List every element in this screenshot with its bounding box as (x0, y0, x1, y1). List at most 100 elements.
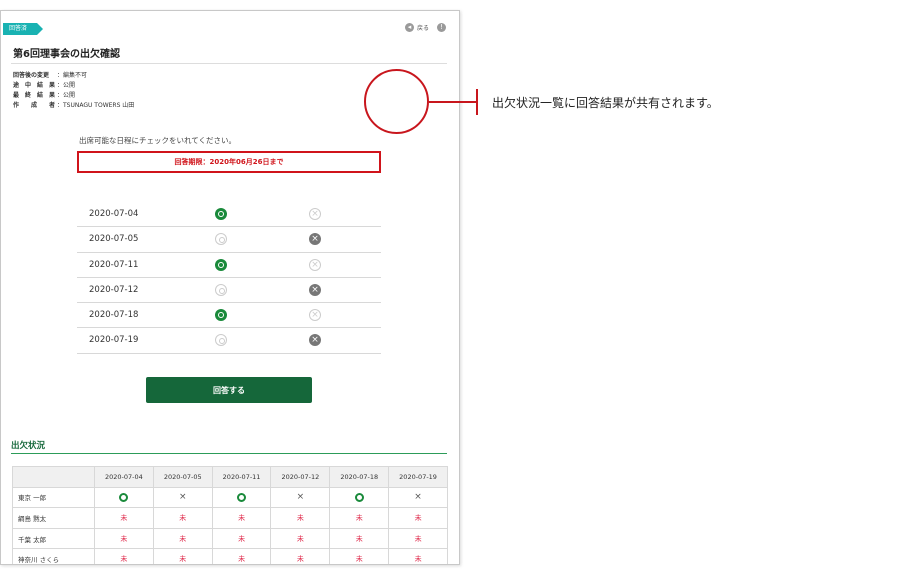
meta-row: 回答後の変更 ：編集不可 (13, 71, 134, 81)
table-row: 綱島 黙太 未 未 未 未 未 未 (12, 507, 448, 529)
table-header-date: 2020-07-04 (94, 466, 154, 488)
attend-circle-icon (119, 492, 129, 502)
attendance-section-title: 出欠状況 (11, 441, 46, 451)
meta-row: 途 中 結 果：公開 (13, 81, 134, 91)
date-option-row: 2020-07-04 × (77, 202, 381, 228)
attendance-cell (94, 486, 154, 509)
page-title: 第6回理事会の出欠確認 (13, 49, 120, 60)
unanswered-mark: 未 (414, 534, 422, 543)
date-label: 2020-07-19 (89, 335, 139, 346)
attend-radio-icon[interactable] (215, 233, 227, 246)
unanswered-mark: 未 (414, 555, 422, 564)
meta-value: ：編集不可 (57, 72, 88, 79)
submit-answer-button[interactable]: 回答する (146, 377, 312, 403)
date-option-row: 2020-07-11 × (77, 253, 381, 278)
attendance-cell (211, 486, 272, 509)
deadline-notice: 回答期限：2020年06月26日まで (77, 151, 381, 173)
attend-radio-icon[interactable] (215, 309, 227, 322)
attendance-cell: 未 (329, 507, 390, 529)
unanswered-mark: 未 (179, 534, 187, 543)
attendance-cell: 未 (388, 507, 448, 529)
member-name: 千葉 太郎 (12, 527, 95, 550)
section-divider (11, 453, 447, 454)
meta-key: 作 成 者 (13, 102, 56, 109)
callout-connector-line (429, 101, 477, 103)
attendance-cell: × (388, 486, 448, 509)
attendance-cell: 未 (152, 527, 213, 550)
meta-value: ：公開 (57, 92, 76, 99)
unanswered-mark: 未 (296, 513, 304, 522)
unanswered-mark: 未 (120, 534, 128, 543)
unanswered-mark: 未 (238, 534, 246, 543)
date-option-list: 2020-07-04 × 2020-07-05 × 2020-07-11 × 2020-07… (77, 202, 381, 354)
attendance-cell: 未 (152, 507, 213, 529)
absent-radio-icon[interactable]: × (309, 208, 321, 220)
table-header-date: 2020-07-11 (211, 466, 272, 488)
table-header-date: 2020-07-18 (329, 466, 390, 488)
member-name: 綱島 黙太 (12, 507, 95, 529)
meta-info: 回答後の変更 ：編集不可途 中 結 果：公開最 終 結 果：公開作 成 者：TSU… (13, 71, 134, 111)
callout-highlight-circle (364, 69, 429, 134)
attend-radio-icon[interactable] (215, 208, 227, 220)
attendance-cell: 未 (211, 507, 272, 529)
status-badge: 回答済 (3, 23, 44, 35)
attend-radio-icon[interactable] (215, 258, 227, 271)
absent-radio-icon[interactable]: × (309, 283, 321, 296)
attendance-cell: 未 (388, 527, 448, 550)
back-label: 戻る (417, 25, 430, 32)
unanswered-mark: 未 (355, 555, 363, 564)
back-button[interactable]: ◂ 戻る (405, 23, 429, 32)
attendance-cell: 未 (152, 548, 213, 564)
date-option-row: 2020-07-18 × (77, 303, 381, 329)
absent-x-icon: × (178, 492, 187, 503)
unanswered-mark: 未 (179, 513, 187, 522)
unanswered-mark: 未 (120, 513, 128, 522)
table-row: 東京 一郎 × × × (12, 486, 448, 509)
absent-radio-icon[interactable]: × (309, 233, 321, 246)
attendance-cell: 未 (94, 527, 154, 550)
attend-circle-icon (237, 492, 247, 502)
callout-text: 出欠状況一覧に回答結果が共有されます。 (492, 96, 719, 110)
absent-radio-icon[interactable]: × (309, 258, 321, 271)
meta-value: ：TSUNAGU TOWERS 山田 (57, 102, 135, 109)
attendance-cell: 未 (211, 527, 272, 550)
absent-radio-icon[interactable]: × (309, 334, 321, 347)
attendance-cell: 未 (329, 527, 390, 550)
date-label: 2020-07-05 (89, 234, 139, 245)
table-row: 神奈川 さくら 未 未 未 未 未 未 (12, 548, 448, 564)
date-option-row: 2020-07-19 × (77, 328, 381, 354)
attendance-cell (329, 486, 390, 509)
unanswered-mark: 未 (179, 555, 187, 564)
table-row: 千葉 太郎 未 未 未 未 未 未 (12, 527, 448, 550)
unanswered-mark: 未 (296, 555, 304, 564)
absent-x-icon: × (414, 492, 422, 503)
date-label: 2020-07-04 (89, 209, 139, 219)
unanswered-mark: 未 (355, 513, 363, 522)
member-name: 神奈川 さくら (12, 548, 95, 564)
date-option-row: 2020-07-05 × (77, 227, 381, 253)
attendance-cell: × (152, 486, 213, 509)
table-header-date: 2020-07-05 (152, 466, 213, 488)
unanswered-mark: 未 (238, 513, 246, 522)
attend-radio-icon[interactable] (215, 334, 227, 347)
attend-circle-icon (354, 492, 364, 502)
date-option-row: 2020-07-12 × (77, 278, 381, 304)
attendance-cell: 未 (94, 548, 154, 564)
attendance-table: 2020-07-04 2020-07-05 2020-07-11 2020-07-12… (12, 466, 448, 564)
unanswered-mark: 未 (238, 555, 246, 564)
member-name: 東京 一郎 (12, 486, 95, 509)
unanswered-mark: 未 (414, 513, 422, 522)
unanswered-mark: 未 (355, 534, 363, 543)
instruction-text: 出席可能な日程にチェックをいれてください。 (79, 136, 237, 145)
table-header-date: 2020-07-19 (388, 466, 448, 488)
attendance-cell: 未 (270, 527, 331, 550)
meta-row: 作 成 者：TSUNAGU TOWERS 山田 (13, 101, 134, 111)
meta-row: 最 終 結 果：公開 (13, 91, 134, 101)
attendance-cell: 未 (211, 548, 272, 564)
help-icon[interactable]: ! (437, 23, 446, 32)
attendance-cell: 未 (94, 507, 154, 529)
absent-radio-icon[interactable]: × (309, 309, 321, 322)
meta-key: 最 終 結 果 (13, 92, 56, 99)
back-arrow-icon: ◂ (405, 23, 414, 32)
attend-radio-icon[interactable] (215, 283, 227, 296)
